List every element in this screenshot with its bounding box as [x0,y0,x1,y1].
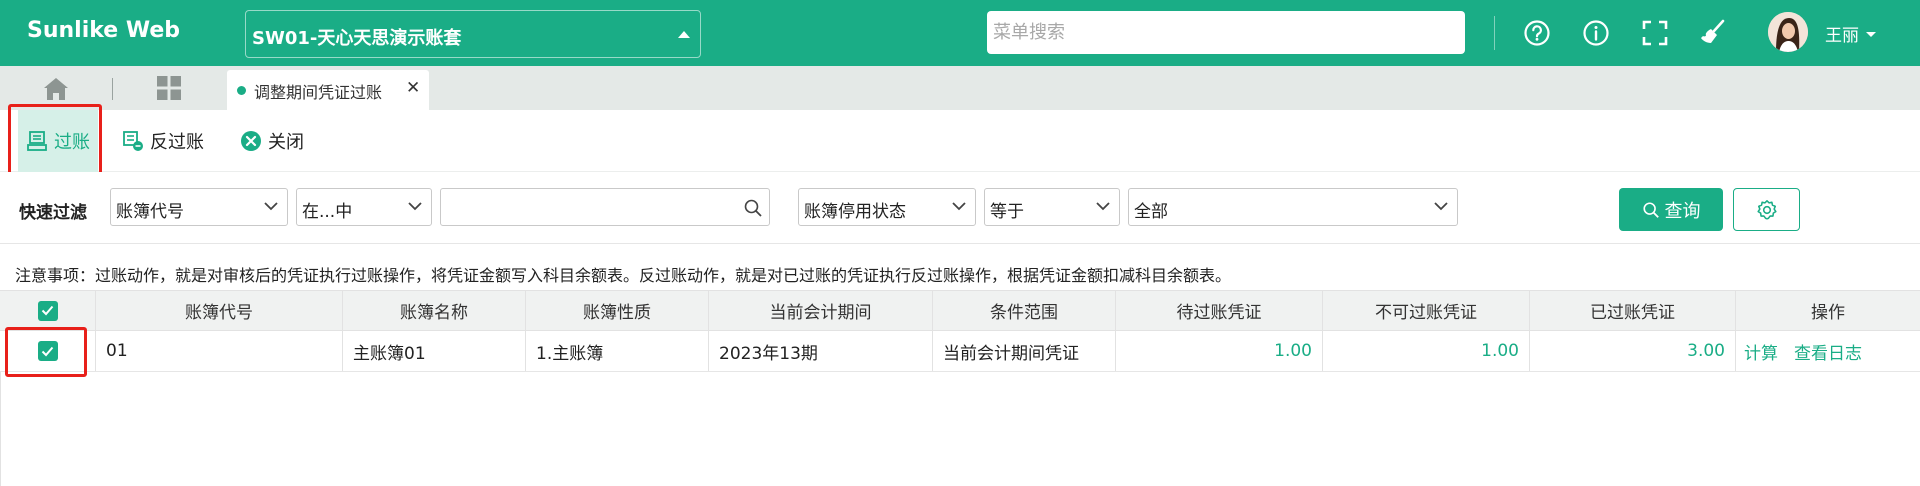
check-icon [41,305,54,316]
cell-ledger-name: 主账簿01 [343,331,526,371]
table-row[interactable]: 01 主账簿01 1.主账簿 2023年13期 当前会计期间凭证 1.00 1.… [0,331,1920,372]
chevron-down-icon [408,202,422,211]
filter-value-select-2[interactable]: 全部 [1128,188,1458,226]
filter-field-select-2[interactable]: 账簿停用状态 [798,188,976,226]
cell-ledger-code: 01 [96,331,343,371]
cell-condition-scope: 当前会计期间凭证 [933,331,1116,371]
cell-ledger-nature: 1.主账簿 [526,331,709,371]
column-header[interactable]: 账簿名称 [343,291,526,330]
filter-operator-select-1[interactable]: 在...中 [296,188,432,226]
chevron-down-icon[interactable] [1866,32,1876,37]
help-icon[interactable] [1521,17,1553,49]
home-icon[interactable] [38,76,74,102]
query-button[interactable]: 查询 [1619,188,1723,231]
select-all-cell [0,291,96,330]
account-set-select[interactable]: SW01-天心天思演示账套 [245,10,701,58]
filter-field-select-1[interactable]: 账簿代号 [110,188,288,226]
account-set-value: SW01-天心天思演示账套 [252,28,462,49]
menu-search-input[interactable] [987,11,1465,54]
brand-logo: Sunlike Web [27,18,181,43]
close-button[interactable]: 关闭 [240,110,304,172]
fullscreen-icon[interactable] [1639,17,1671,49]
filter-operator-value-1: 在...中 [302,202,353,222]
table-body-border [0,372,1,486]
filter-field-value-2: 账簿停用状态 [804,202,906,222]
ledger-table: 账簿代号 账簿名称 账簿性质 当前会计期间 条件范围 待过账凭证 不可过账凭证 … [0,290,1920,486]
tab-divider [112,78,113,100]
tab-strip: 调整期间凭证过账 ✕ [0,66,1920,110]
quick-filter-bar: 快速过滤 账簿代号 在...中 账簿停用状态 等于 全部 查询 [0,172,1920,244]
cell-current-period: 2023年13期 [709,331,933,371]
cell-posted-vouchers: 3.00 [1530,331,1736,371]
cell-actions: 计算 查看日志 [1736,331,1920,371]
calculate-link[interactable]: 计算 [1744,339,1778,364]
chevron-down-icon [1434,202,1448,211]
column-header[interactable]: 已过账凭证 [1530,291,1736,330]
post-button[interactable]: 过账 [18,110,98,172]
filter-field-value-1: 账簿代号 [116,202,184,222]
unpost-label: 反过账 [150,132,204,153]
close-icon[interactable]: ✕ [406,78,420,98]
table-header: 账簿代号 账簿名称 账簿性质 当前会计期间 条件范围 待过账凭证 不可过账凭证 … [0,291,1920,331]
column-header[interactable]: 待过账凭证 [1116,291,1323,330]
column-header[interactable]: 不可过账凭证 [1323,291,1530,330]
notice-text: 注意事项：过账动作，就是对审核后的凭证执行过账操作，将凭证金额写入科目余额表。反… [15,266,1232,285]
cell-unpostable-vouchers: 1.00 [1323,331,1530,371]
post-icon [27,131,47,151]
row-select-cell [0,331,96,371]
search-icon [1642,201,1659,218]
caret-up-icon [678,31,690,38]
avatar[interactable] [1768,12,1808,52]
tab-label: 调整期间凭证过账 [254,83,383,102]
tab-voucher-posting[interactable]: 调整期间凭证过账 ✕ [227,70,429,110]
unpost-icon [123,131,143,151]
quick-filter-label: 快速过滤 [19,203,87,223]
column-header[interactable]: 账簿性质 [526,291,709,330]
chevron-down-icon [264,202,278,211]
query-label: 查询 [1664,200,1701,222]
info-icon[interactable] [1580,17,1612,49]
grid-icon[interactable] [156,75,182,101]
top-bar: Sunlike Web SW01-天心天思演示账套 王丽 [0,0,1920,66]
search-icon[interactable] [743,198,763,218]
filter-value-2: 全部 [1134,202,1168,222]
header-divider [1494,16,1495,50]
cell-pending-vouchers: 1.00 [1116,331,1323,371]
row-checkbox[interactable] [37,341,58,361]
filter-operator-value-2: 等于 [990,202,1024,222]
check-icon [41,346,54,356]
column-header[interactable]: 账簿代号 [96,291,343,330]
toolbar: 过账 反过账 关闭 [0,110,1920,172]
active-dot-icon [237,86,246,95]
chevron-down-icon [952,202,966,211]
column-header[interactable]: 当前会计期间 [709,291,933,330]
chevron-down-icon [1096,202,1110,211]
close-circle-icon [241,131,261,151]
broom-icon[interactable] [1697,17,1729,49]
settings-icon [1756,199,1777,220]
close-label: 关闭 [268,132,304,153]
unpost-button[interactable]: 反过账 [122,110,204,172]
post-label: 过账 [54,132,90,153]
column-header[interactable]: 条件范围 [933,291,1116,330]
view-log-link[interactable]: 查看日志 [1794,339,1862,364]
filter-operator-select-2[interactable]: 等于 [984,188,1120,226]
column-header: 操作 [1811,303,1845,323]
select-all-checkbox[interactable] [37,300,58,321]
username[interactable]: 王丽 [1825,21,1859,46]
filter-settings-button[interactable] [1733,188,1800,231]
filter-value-input-1[interactable] [440,188,770,226]
